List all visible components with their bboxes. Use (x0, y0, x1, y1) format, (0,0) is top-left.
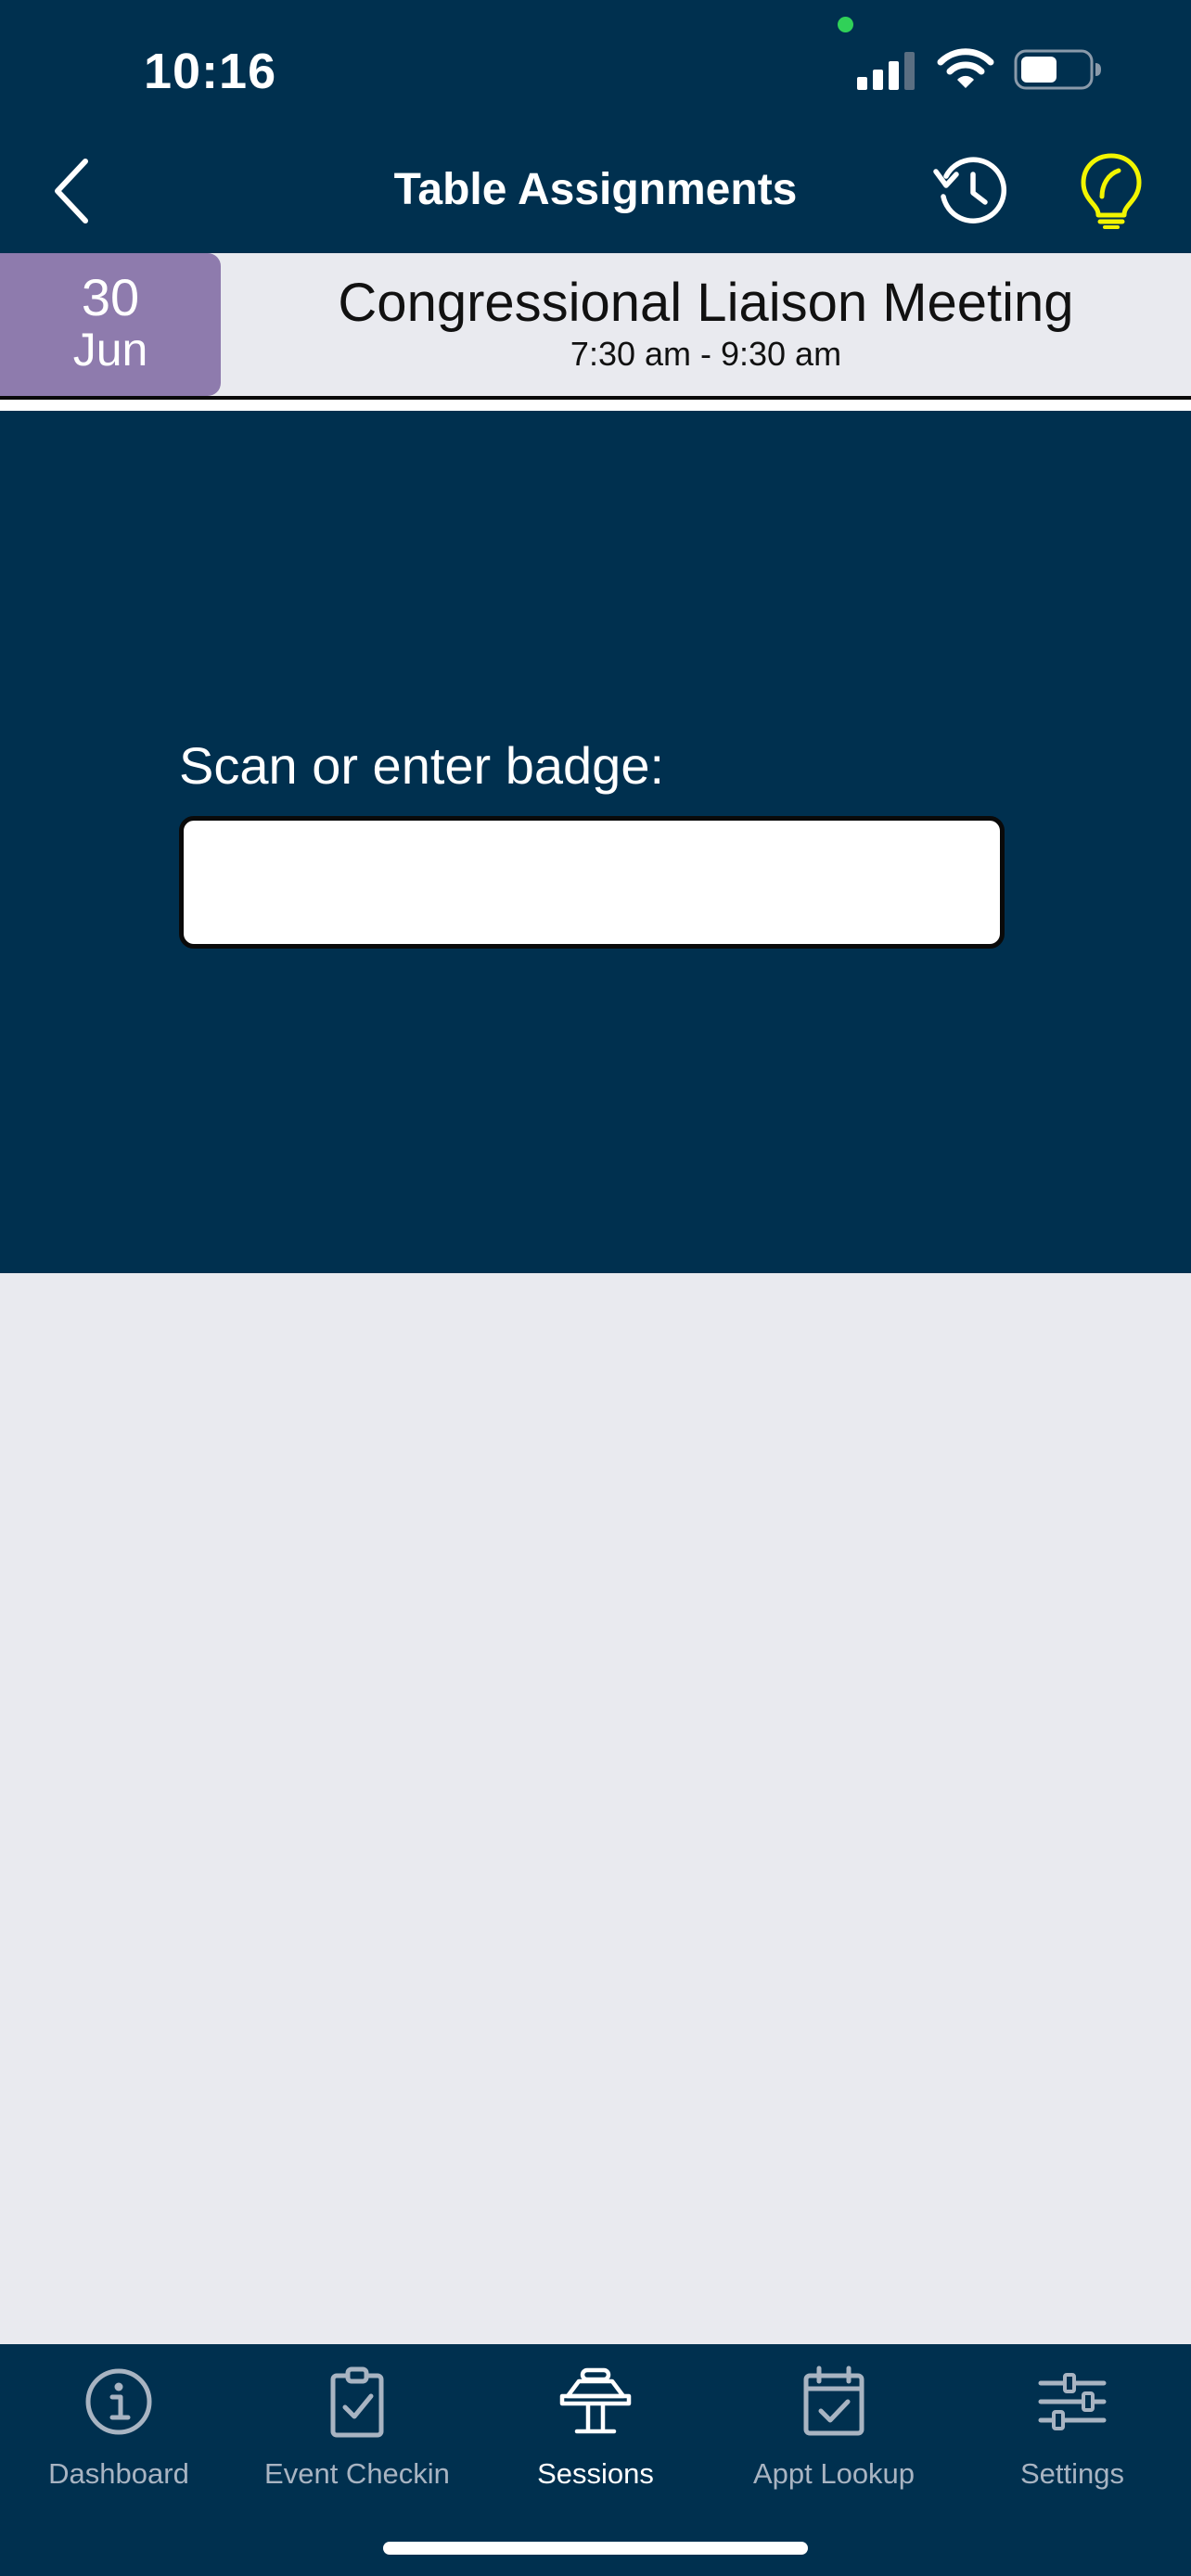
event-title: Congressional Liaison Meeting (338, 273, 1074, 333)
wifi-icon (937, 48, 994, 88)
tip-button[interactable] (1079, 152, 1144, 230)
tab-label: Appt Lookup (752, 2457, 916, 2490)
event-date-badge: 30 Jun (0, 253, 221, 396)
badge-input[interactable] (179, 816, 1005, 949)
podium-icon (559, 2367, 632, 2434)
cellular-signal-icon (857, 52, 915, 90)
page-title: Table Assignments (393, 165, 798, 214)
header-divider-gap (0, 400, 1191, 411)
history-button[interactable] (931, 154, 1011, 228)
top-bar: 10:16 Table Assignments (0, 0, 1191, 253)
tab-label: Settings (1019, 2457, 1124, 2490)
back-button[interactable] (46, 156, 102, 226)
tab-sessions[interactable]: Sessions (477, 2344, 714, 2511)
tab-appt-lookup[interactable]: Appt Lookup (715, 2344, 953, 2511)
event-header: 30 Jun Congressional Liaison Meeting 7:3… (0, 253, 1191, 396)
lightbulb-icon (1081, 153, 1142, 229)
status-time: 10:16 (144, 44, 277, 99)
sliders-icon (1038, 2373, 1107, 2430)
tab-label: Dashboard (48, 2457, 189, 2490)
event-date-day: 30 (81, 268, 140, 326)
event-time: 7:30 am - 9:30 am (570, 335, 842, 373)
event-date-month: Jun (72, 324, 148, 376)
tab-label: Event Checkin (264, 2457, 450, 2490)
chevron-left-icon (55, 159, 88, 223)
calendar-check-icon (803, 2366, 864, 2436)
info-circle-icon (85, 2368, 152, 2435)
history-icon (933, 157, 1006, 223)
scan-panel: Scan or enter badge: (0, 411, 1191, 1273)
tab-settings[interactable]: Settings (954, 2344, 1191, 2511)
clipboard-check-icon (330, 2366, 384, 2438)
home-indicator (383, 2542, 808, 2555)
battery-icon (1014, 49, 1101, 90)
tab-label: Sessions (537, 2457, 654, 2490)
scan-badge-label: Scan or enter badge: (179, 736, 665, 795)
tab-dashboard[interactable]: Dashboard (0, 2344, 237, 2511)
tab-event-checkin[interactable]: Event Checkin (238, 2344, 476, 2511)
camera-indicator-dot (838, 17, 853, 32)
